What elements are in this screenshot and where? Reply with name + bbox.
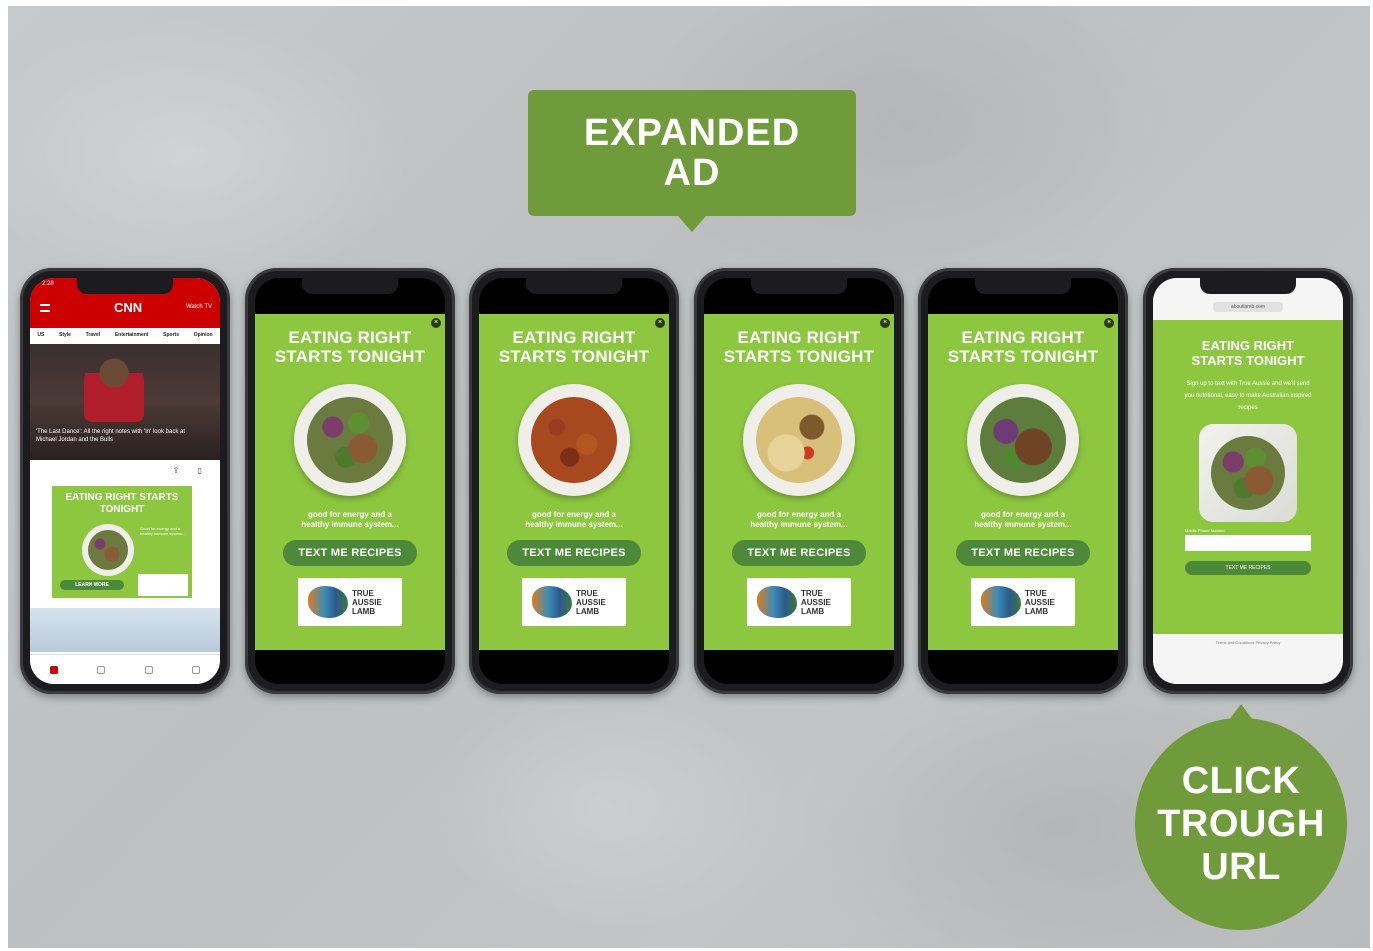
expanded-ad[interactable]: × EATING RIGHT STARTS TONIGHT good for en… xyxy=(928,314,1118,650)
news-logo[interactable]: CNN xyxy=(114,300,142,315)
url-bar[interactable]: aboutlamb.com xyxy=(1213,302,1283,312)
mini-ad-logo xyxy=(138,574,188,596)
australia-map-icon xyxy=(757,586,797,618)
footer-links[interactable]: Terms and Conditions Privacy Policy xyxy=(1153,640,1343,645)
phone-news-site: 2:28 CNN Watch TV US Style Travel Entert… xyxy=(20,268,230,694)
australia-map-icon xyxy=(308,586,348,618)
nav-item[interactable]: Entertainment xyxy=(115,332,149,338)
australia-map-icon xyxy=(981,586,1021,618)
nav-item[interactable]: US xyxy=(37,332,44,338)
phone-number-input[interactable] xyxy=(1185,535,1311,551)
phone-notch xyxy=(1200,278,1296,294)
news-second-image[interactable] xyxy=(30,608,220,652)
news-nav: US Style Travel Entertainment Sports Opi… xyxy=(30,328,220,342)
phone-expanded-ad-2: × EATING RIGHT STARTS TONIGHT good for en… xyxy=(469,268,679,694)
nav-item[interactable]: Travel xyxy=(86,332,100,338)
landing-title: EATING RIGHT STARTS TONIGHT xyxy=(1191,338,1305,368)
expanded-ad[interactable]: × EATING RIGHT STARTS TONIGHT good for en… xyxy=(255,314,445,650)
nav-item[interactable]: Sports xyxy=(163,332,179,338)
ad-tagline: good for energy and a healthy immune sys… xyxy=(974,510,1072,529)
true-aussie-lamb-logo[interactable]: TRUE AUSSIE LAMB xyxy=(747,578,851,626)
nav-item[interactable]: Style xyxy=(59,332,71,338)
search-tab-icon[interactable] xyxy=(97,665,106,674)
video-tab-icon[interactable] xyxy=(144,665,153,674)
phone-screen: aboutlamb.com EATING RIGHT STARTS TONIGHT… xyxy=(1153,278,1343,684)
phone-screen: × EATING RIGHT STARTS TONIGHT good for en… xyxy=(479,278,669,684)
share-bookmark-icons[interactable]: ⇪ ▯ xyxy=(173,466,210,475)
landing-submit-button[interactable]: TEXT ME RECIPES xyxy=(1185,561,1311,575)
badge-line-2: TROUGH xyxy=(1157,802,1325,845)
badge-line-1: CLICK xyxy=(1181,759,1301,802)
recipe-photo xyxy=(1199,424,1297,522)
close-icon[interactable]: × xyxy=(880,318,890,328)
news-tab-bar xyxy=(30,654,220,684)
food-plate-image xyxy=(518,384,630,496)
phone-notch xyxy=(751,278,847,294)
phone-notch xyxy=(77,278,173,294)
true-aussie-lamb-logo[interactable]: TRUE AUSSIE LAMB xyxy=(971,578,1075,626)
mini-ad-button[interactable]: LEARN MORE xyxy=(60,580,124,590)
ad-tagline: good for energy and a healthy immune sys… xyxy=(750,510,848,529)
badge-line-3: URL xyxy=(1201,845,1281,888)
phone-number-label: Mobile Phone Number xyxy=(1185,528,1225,533)
news-headline[interactable]: 'The Last Dance': All the right notes wi… xyxy=(36,428,206,444)
watch-tv-link[interactable]: Watch TV xyxy=(186,304,212,310)
phone-landing-page: aboutlamb.com EATING RIGHT STARTS TONIGHT… xyxy=(1143,268,1353,694)
landing-page: aboutlamb.com EATING RIGHT STARTS TONIGHT… xyxy=(1153,278,1343,684)
text-me-recipes-button[interactable]: TEXT ME RECIPES xyxy=(732,540,866,566)
menu-icon[interactable] xyxy=(40,304,50,312)
text-me-recipes-button[interactable]: TEXT ME RECIPES xyxy=(507,540,641,566)
close-icon[interactable]: × xyxy=(1104,318,1114,328)
phone-screen: 2:28 CNN Watch TV US Style Travel Entert… xyxy=(30,278,220,684)
status-time: 2:28 xyxy=(42,281,54,287)
phone-notch xyxy=(302,278,398,294)
home-tab-icon[interactable] xyxy=(49,665,58,674)
news-hero-image[interactable]: 'The Last Dance': All the right notes wi… xyxy=(30,344,220,460)
food-plate-image xyxy=(294,384,406,496)
click-through-url-badge: CLICK TROUGH URL xyxy=(1135,704,1347,930)
close-icon[interactable]: × xyxy=(655,318,665,328)
true-aussie-lamb-logo[interactable]: TRUE AUSSIE LAMB xyxy=(522,578,626,626)
food-plate-image xyxy=(743,384,855,496)
close-icon[interactable]: × xyxy=(431,318,441,328)
athlete-figure xyxy=(84,352,144,422)
mini-ad-blurb: Good for energy and a healthy immune sys… xyxy=(140,526,186,536)
landing-footer: Terms and Conditions Privacy Policy xyxy=(1153,634,1343,684)
phone-expanded-ad-1: × EATING RIGHT STARTS TONIGHT good for en… xyxy=(245,268,455,694)
ad-headline: EATING RIGHT STARTS TONIGHT xyxy=(947,328,1099,366)
concrete-background: EXPANDED AD 2:28 CNN Watch TV US Style T… xyxy=(8,6,1370,948)
news-page: 2:28 CNN Watch TV US Style Travel Entert… xyxy=(30,278,220,684)
ad-tagline: good for energy and a healthy immune sys… xyxy=(525,510,623,529)
mini-ad-headline: EATING RIGHT STARTS TONIGHT xyxy=(65,492,179,515)
expanded-ad-callout: EXPANDED AD xyxy=(528,90,856,232)
phone-notch xyxy=(526,278,622,294)
phone-screen: × EATING RIGHT STARTS TONIGHT good for en… xyxy=(255,278,445,684)
text-me-recipes-button[interactable]: TEXT ME RECIPES xyxy=(283,540,417,566)
ad-tagline: good for energy and a healthy immune sys… xyxy=(301,510,399,529)
callout-line-1: EXPANDED xyxy=(583,112,801,154)
phone-expanded-ad-4: × EATING RIGHT STARTS TONIGHT good for en… xyxy=(918,268,1128,694)
landing-copy: Sign up to text with True Aussie and we'… xyxy=(1184,381,1312,411)
landing-body: EATING RIGHT STARTS TONIGHT Sign up to te… xyxy=(1153,320,1343,634)
callout-line-2: AD xyxy=(663,152,721,194)
food-plate-image xyxy=(967,384,1079,496)
phone-screen: × EATING RIGHT STARTS TONIGHT good for en… xyxy=(928,278,1118,684)
ad-headline: EATING RIGHT STARTS TONIGHT xyxy=(723,328,875,366)
phone-screen: × EATING RIGHT STARTS TONIGHT good for en… xyxy=(704,278,894,684)
text-me-recipes-button[interactable]: TEXT ME RECIPES xyxy=(956,540,1090,566)
true-aussie-lamb-logo[interactable]: TRUE AUSSIE LAMB xyxy=(298,578,402,626)
mini-ad-plate xyxy=(82,524,134,576)
australia-map-icon xyxy=(532,586,572,618)
expanded-ad[interactable]: × EATING RIGHT STARTS TONIGHT good for en… xyxy=(704,314,894,650)
phone-expanded-ad-3: × EATING RIGHT STARTS TONIGHT good for en… xyxy=(694,268,904,694)
nav-item[interactable]: Opinion xyxy=(194,332,213,338)
ad-headline: EATING RIGHT STARTS TONIGHT xyxy=(498,328,650,366)
settings-tab-icon[interactable] xyxy=(192,665,201,674)
banner-ad[interactable]: EATING RIGHT STARTS TONIGHT Good for ene… xyxy=(52,486,192,598)
expanded-ad[interactable]: × EATING RIGHT STARTS TONIGHT good for en… xyxy=(479,314,669,650)
ad-headline: EATING RIGHT STARTS TONIGHT xyxy=(274,328,426,366)
phone-notch xyxy=(975,278,1071,294)
